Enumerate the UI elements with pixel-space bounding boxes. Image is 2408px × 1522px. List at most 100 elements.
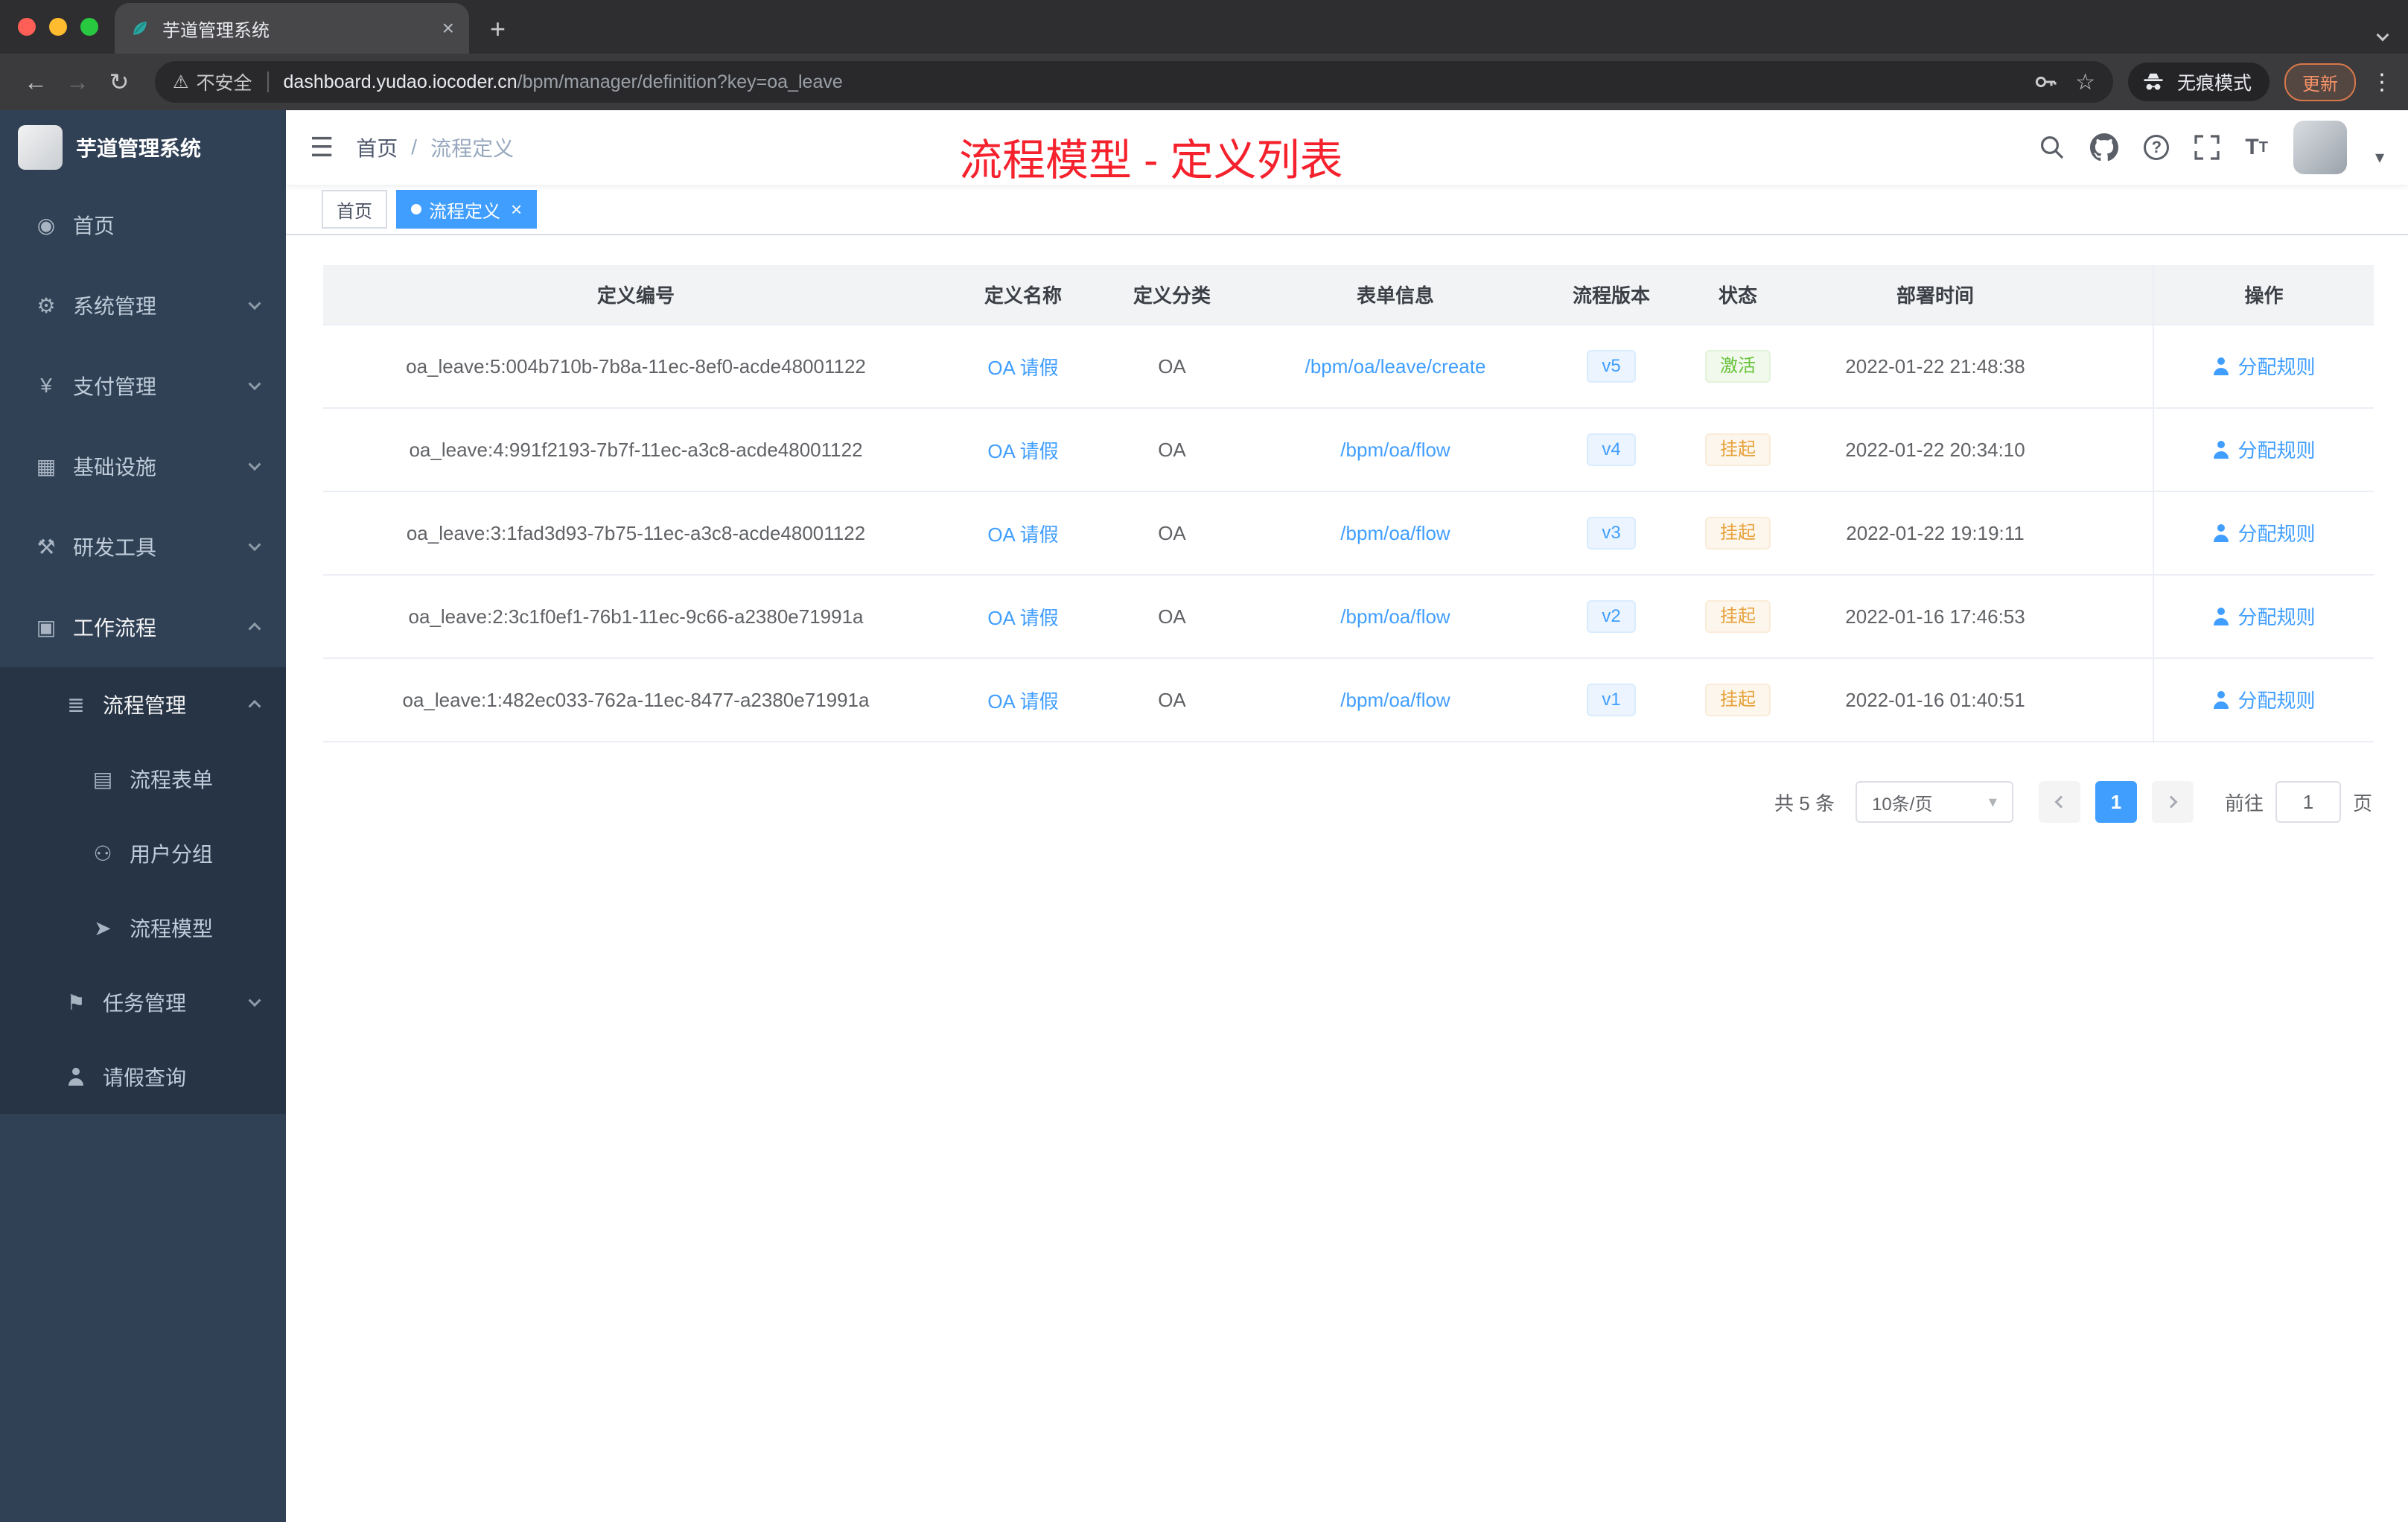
definition-name-link[interactable]: OA 请假 (987, 607, 1058, 629)
sidebar-item-user-group[interactable]: ⚇ 用户分组 (0, 816, 286, 891)
goto-label: 前往 (2224, 792, 2264, 815)
breadcrumb-current: 流程定义 (430, 137, 515, 160)
dashboard-icon: ◉ (36, 213, 56, 237)
sidebar-item-process-model[interactable]: ➤ 流程模型 (0, 891, 286, 965)
reload-button[interactable]: ↻ (98, 68, 140, 96)
search-icon[interactable] (2039, 135, 2065, 160)
sidebar-item-process-manage[interactable]: ≣ 流程管理 (0, 667, 286, 742)
main-panel: 流程模型 - 定义列表 ☰ 首页 / 流程定义 ? T T ▾ 首页 流程定义 … (286, 110, 2408, 1522)
sidebar-item-devtools[interactable]: ⚒ 研发工具 (0, 506, 286, 587)
sidebar: 芋道管理系统 ◉ 首页 ⚙ 系统管理 ¥ 支付管理 ▦ 基础设施 ⚒ 研发工具 … (0, 110, 286, 1522)
table-row: oa_leave:1:482ec033-762a-11ec-8477-a2380… (323, 658, 2374, 742)
definition-name-link[interactable]: OA 请假 (987, 690, 1058, 713)
assign-rule-button[interactable]: 分配规则 (2212, 686, 2316, 713)
sidebar-item-task-manage[interactable]: ⚑ 任务管理 (0, 965, 286, 1039)
assign-rule-button[interactable]: 分配规则 (2212, 519, 2316, 547)
update-button[interactable]: 更新 (2284, 63, 2356, 101)
page-number-button[interactable]: 1 (2095, 781, 2137, 823)
tab-close-icon[interactable]: × (442, 16, 454, 40)
form-info-link[interactable]: /bpm/oa/flow (1340, 605, 1450, 628)
assign-rule-button[interactable]: 分配规则 (2212, 602, 2316, 630)
sidebar-item-workflow[interactable]: ▣ 工作流程 (0, 587, 286, 667)
page-content: 定义编号 定义名称 定义分类 表单信息 流程版本 状态 部署时间 操作 oa_l… (286, 235, 2408, 1522)
definition-category: OA (1098, 325, 1246, 409)
definition-category: OA (1098, 658, 1246, 742)
hamburger-icon[interactable]: ☰ (310, 132, 334, 163)
assign-rule-button[interactable]: 分配规则 (2212, 352, 2316, 380)
fullscreen-icon[interactable] (2194, 135, 2220, 160)
incognito-icon (2140, 69, 2167, 95)
omnibox-divider (267, 71, 269, 92)
definition-category: OA (1098, 575, 1246, 659)
github-icon[interactable] (2090, 133, 2119, 162)
spacer-cell (2073, 575, 2153, 659)
spacer-cell (2073, 408, 2153, 492)
browser-tab[interactable]: 芋道管理系统 × (115, 3, 469, 54)
sidebar-item-process-form[interactable]: ▤ 流程表单 (0, 742, 286, 816)
col-deploy-time: 部署时间 (1797, 265, 2073, 325)
tag-home[interactable]: 首页 (322, 190, 387, 229)
definition-id: oa_leave:2:3c1f0ef1-76b1-11ec-9c66-a2380… (323, 575, 949, 659)
yen-icon: ¥ (40, 374, 52, 397)
goto-page-input[interactable] (2275, 781, 2341, 823)
sidebar-item-leave-query[interactable]: 请假查询 (0, 1039, 286, 1114)
breadcrumb-home[interactable]: 首页 (356, 133, 398, 162)
next-page-button[interactable] (2151, 781, 2194, 823)
spacer-cell (2073, 491, 2153, 576)
sidebar-item-home[interactable]: ◉ 首页 (0, 185, 286, 265)
chevron-up-icon (248, 622, 261, 635)
assign-rule-button[interactable]: 分配规则 (2212, 436, 2316, 463)
incognito-label: 无痕模式 (2176, 73, 2252, 94)
chevron-down-icon (248, 297, 261, 311)
window-minimize-button[interactable] (49, 18, 67, 36)
tab-strip: 芋道管理系统 × + (0, 0, 2408, 54)
form-info-link[interactable]: /bpm/oa/flow (1340, 522, 1450, 544)
form-info-link[interactable]: /bpm/oa/flow (1340, 439, 1450, 461)
person-icon (2212, 440, 2230, 459)
chevron-down-icon[interactable]: ▾ (2375, 147, 2384, 168)
sidebar-item-infrastructure[interactable]: ▦ 基础设施 (0, 426, 286, 506)
workflow-submenu: ≣ 流程管理 ▤ 流程表单 ⚇ 用户分组 ➤ 流程模型 ⚑ 任务管理 请假查询 (0, 667, 286, 1114)
form-info-link[interactable]: /bpm/oa/flow (1340, 689, 1450, 711)
tag-process-definition[interactable]: 流程定义 × (396, 190, 538, 229)
definition-name-link[interactable]: OA 请假 (987, 523, 1058, 546)
definition-name-link[interactable]: OA 请假 (987, 440, 1058, 462)
col-definition-category: 定义分类 (1098, 265, 1246, 325)
address-bar[interactable]: ⚠ 不安全 dashboard.yudao.iocoder.cn/bpm/man… (155, 61, 2113, 103)
avatar[interactable] (2293, 121, 2347, 174)
tag-close-icon[interactable]: × (511, 198, 522, 221)
table-row: oa_leave:5:004b710b-7b8a-11ec-8ef0-acde4… (323, 325, 2374, 409)
security-label[interactable]: 不安全 (197, 69, 252, 95)
forward-button[interactable]: → (57, 69, 98, 96)
new-tab-button[interactable]: + (490, 13, 506, 45)
version-badge: v3 (1587, 517, 1636, 550)
key-icon[interactable] (2033, 70, 2057, 94)
browser-toolbar: ← → ↻ ⚠ 不安全 dashboard.yudao.iocoder.cn/b… (0, 54, 2408, 110)
page-size-select[interactable]: 10条/页 ▾ (1855, 781, 2013, 823)
definition-id: oa_leave:1:482ec033-762a-11ec-8477-a2380… (323, 658, 949, 742)
back-button[interactable]: ← (15, 69, 57, 96)
app-logo[interactable]: 芋道管理系统 (0, 110, 286, 185)
help-icon[interactable]: ? (2144, 135, 2170, 160)
window-zoom-button[interactable] (80, 18, 98, 36)
definition-name-link[interactable]: OA 请假 (987, 357, 1058, 379)
definition-id: oa_leave:5:004b710b-7b8a-11ec-8ef0-acde4… (323, 325, 949, 409)
person-icon (2212, 523, 2230, 542)
bookmark-star-icon[interactable]: ☆ (2075, 69, 2095, 95)
top-navbar: ☰ 首页 / 流程定义 ? TT ▾ (286, 110, 2408, 185)
browser-menu-icon[interactable]: ⋮ (2371, 69, 2393, 95)
sidebar-item-payment[interactable]: ¥ 支付管理 (0, 346, 286, 426)
form-info-link[interactable]: /bpm/oa/leave/create (1305, 355, 1486, 378)
app-root: 芋道管理系统 ◉ 首页 ⚙ 系统管理 ¥ 支付管理 ▦ 基础设施 ⚒ 研发工具 … (0, 110, 2408, 1522)
version-badge: v4 (1587, 433, 1636, 466)
chevron-down-icon (248, 994, 261, 1007)
sidebar-item-system[interactable]: ⚙ 系统管理 (0, 265, 286, 346)
prev-page-button[interactable] (2038, 781, 2080, 823)
person-icon (2212, 607, 2230, 625)
col-definition-id: 定义编号 (323, 265, 949, 325)
font-size-icon[interactable]: TT (2245, 135, 2268, 160)
window-close-button[interactable] (18, 18, 36, 36)
tab-search-icon[interactable] (2376, 18, 2389, 45)
definition-category: OA (1098, 408, 1246, 492)
status-badge: 挂起 (1705, 517, 1771, 550)
